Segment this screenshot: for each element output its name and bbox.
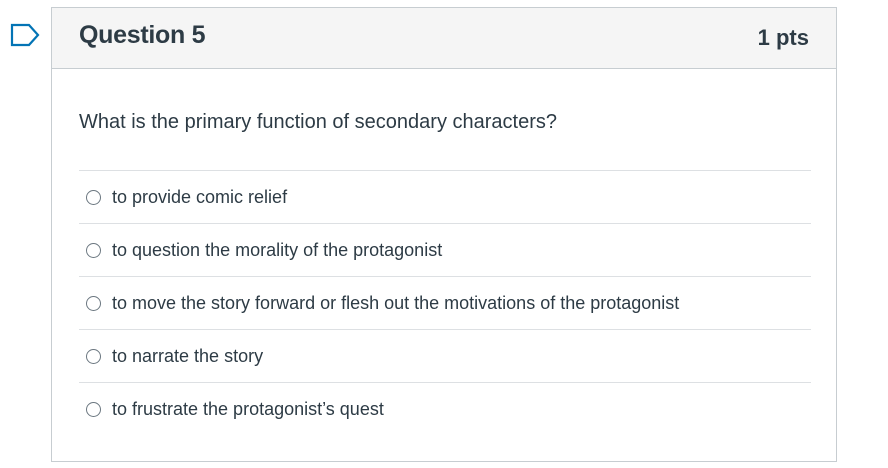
answer-option[interactable]: to provide comic relief <box>79 170 811 223</box>
answer-label: to question the morality of the protagon… <box>112 239 443 260</box>
flag-question-icon[interactable] <box>9 23 41 47</box>
radio-button[interactable] <box>86 348 101 364</box>
answer-option[interactable]: to frustrate the protagonist’s quest <box>79 382 811 435</box>
question-card: Question 5 1 pts What is the primary fun… <box>51 7 837 462</box>
question-title: Question 5 <box>79 21 206 49</box>
answer-option[interactable]: to narrate the story <box>79 329 811 382</box>
radio-button[interactable] <box>86 295 101 311</box>
answer-option[interactable]: to question the morality of the protagon… <box>79 223 811 276</box>
answer-label: to provide comic relief <box>112 186 288 207</box>
answer-label: to move the story forward or flesh out t… <box>112 292 680 313</box>
radio-button[interactable] <box>86 242 101 258</box>
answer-label: to frustrate the protagonist’s quest <box>112 398 384 419</box>
question-text: What is the primary function of secondar… <box>79 111 557 133</box>
radio-button[interactable] <box>86 401 101 417</box>
question-header: Question 5 1 pts <box>52 8 836 69</box>
question-points: 1 pts <box>757 25 809 50</box>
answer-option[interactable]: to move the story forward or flesh out t… <box>79 276 811 329</box>
radio-button[interactable] <box>86 189 101 205</box>
answer-label: to narrate the story <box>112 345 264 366</box>
answer-list: to provide comic relief to question the … <box>79 170 811 435</box>
